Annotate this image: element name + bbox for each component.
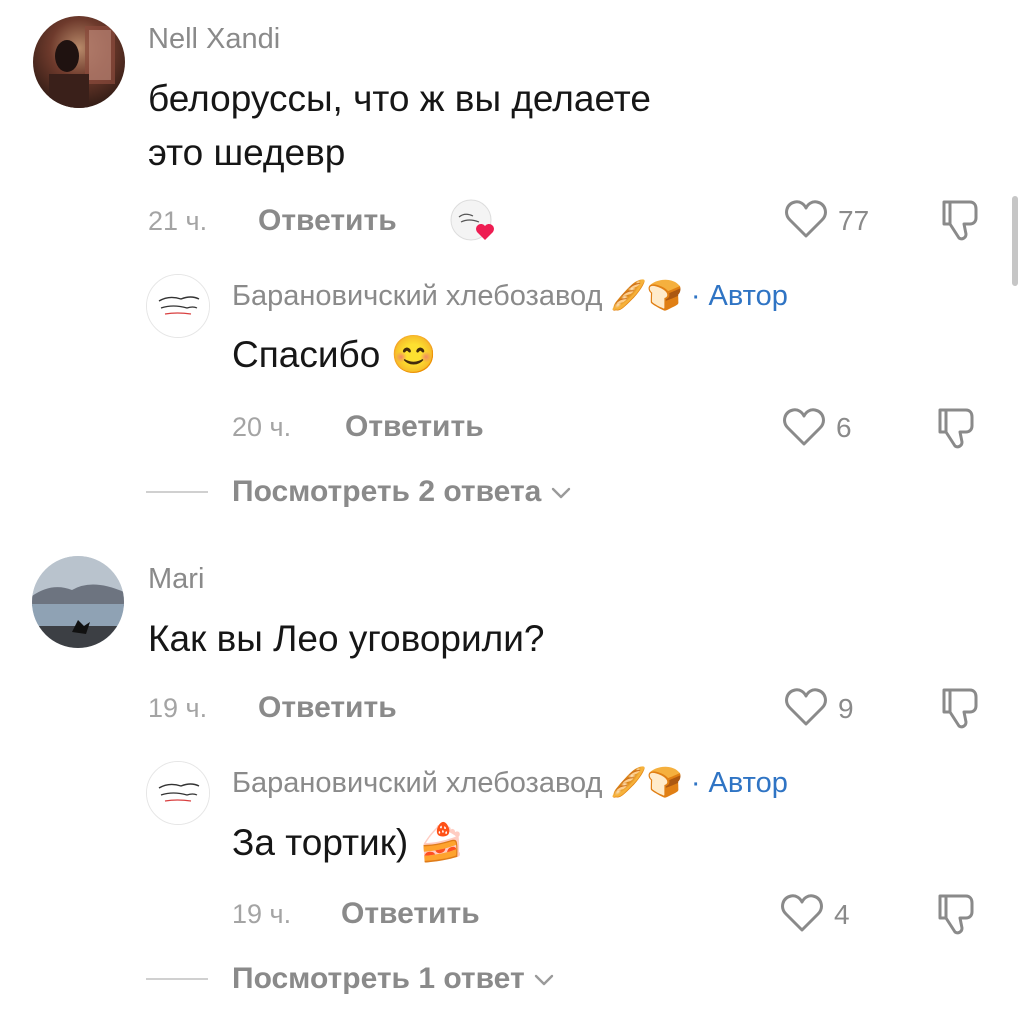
scrollbar[interactable] — [1012, 196, 1018, 286]
reply-timestamp: 19 ч. — [232, 899, 292, 929]
like-button[interactable] — [782, 406, 826, 448]
heart-outline-icon — [781, 894, 823, 932]
reply-button[interactable]: Ответить — [345, 410, 484, 444]
view-replies-label: Посмотреть 1 ответ — [232, 962, 525, 995]
comment-username[interactable]: Nell Xandi — [148, 23, 280, 56]
reply-button[interactable]: Ответить — [258, 204, 397, 238]
smiling-face-emoji: 😊 — [390, 334, 437, 375]
reply-button[interactable]: Ответить — [258, 691, 397, 725]
reply-username[interactable]: Барановичский хлебозавод 🥖🍞 · Автор — [232, 279, 788, 313]
like-count: 6 — [836, 412, 852, 443]
chevron-down-icon — [534, 974, 554, 986]
thumbs-down-outline-icon — [942, 200, 978, 241]
author-badge: · Автор — [690, 767, 788, 799]
avatar[interactable] — [146, 761, 210, 825]
comment-timestamp: 21 ч. — [148, 206, 208, 236]
chevron-down-icon — [551, 487, 570, 499]
comment-timestamp: 19 ч. — [148, 693, 208, 723]
creator-liked-heart-icon — [449, 198, 501, 246]
author-badge: · Автор — [690, 280, 788, 312]
thumbs-down-outline-icon — [942, 688, 978, 729]
like-count: 77 — [838, 205, 870, 236]
view-replies-label: Посмотреть 2 ответа — [232, 475, 542, 508]
heart-outline-icon — [785, 688, 827, 726]
username-emoji: 🥖🍞 — [610, 767, 683, 799]
dislike-button[interactable] — [940, 684, 986, 732]
avatar[interactable] — [32, 556, 124, 648]
heart-outline-icon — [783, 408, 825, 446]
like-count: 4 — [834, 899, 850, 930]
avatar[interactable] — [146, 274, 210, 338]
thumbs-down-outline-icon — [938, 894, 974, 935]
comment-text: это шедевр — [148, 132, 346, 173]
dislike-button[interactable] — [940, 196, 986, 244]
reply-text: За тортик) 🍰 — [232, 816, 465, 870]
like-button[interactable] — [784, 686, 828, 728]
heart-outline-icon — [785, 200, 827, 238]
reply-text-body: За тортик) — [232, 822, 409, 863]
reply-timestamp: 20 ч. — [232, 412, 292, 442]
like-count: 9 — [838, 693, 854, 724]
divider — [146, 491, 208, 493]
like-button[interactable] — [780, 892, 824, 934]
reply-text: Спасибо 😊 — [232, 328, 437, 382]
username-text: Барановичский хлебозавод — [232, 280, 603, 312]
avatar[interactable] — [33, 16, 125, 108]
dislike-button[interactable] — [936, 404, 982, 452]
comment-text: белоруссы, что ж вы делаете — [148, 78, 651, 119]
dislike-button[interactable] — [936, 890, 982, 938]
comment-username[interactable]: Mari — [148, 563, 204, 596]
cake-emoji: 🍰 — [418, 822, 465, 863]
reply-username[interactable]: Барановичский хлебозавод 🥖🍞 · Автор — [232, 766, 788, 800]
view-replies-button[interactable]: Посмотреть 1 ответ — [232, 962, 555, 996]
like-button[interactable] — [784, 198, 828, 240]
thumbs-down-outline-icon — [938, 408, 974, 449]
divider — [146, 978, 208, 980]
comment-text: Как вы Лео уговорили? — [148, 618, 545, 659]
reply-button[interactable]: Ответить — [341, 897, 480, 931]
username-text: Барановичский хлебозавод — [232, 767, 603, 799]
reply-text-body: Спасибо — [232, 334, 381, 375]
username-emoji: 🥖🍞 — [610, 280, 683, 312]
view-replies-button[interactable]: Посмотреть 2 ответа — [232, 475, 572, 509]
